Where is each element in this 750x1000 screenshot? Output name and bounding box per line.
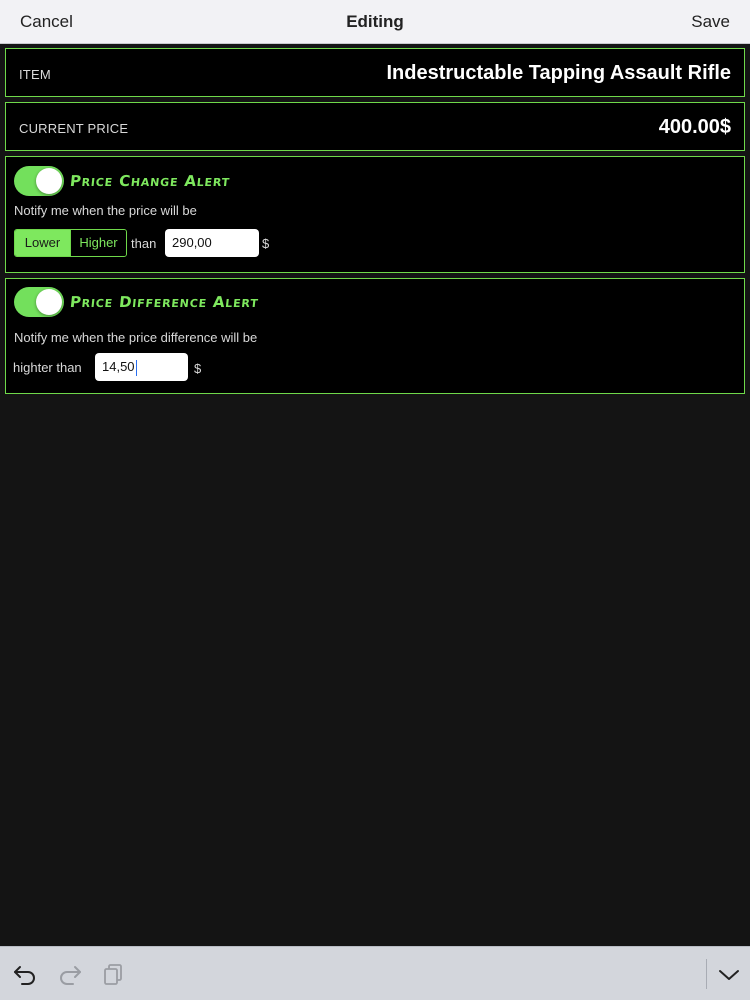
undo-icon[interactable] — [12, 962, 38, 986]
price-change-alert-card: Price Change Alert Notify me when the pr… — [5, 156, 745, 273]
difference-threshold-input[interactable]: 14,50 — [95, 353, 188, 381]
text-caret — [135, 359, 137, 376]
price-change-alert-title: Price Change Alert — [69, 172, 232, 190]
price-difference-alert-description: Notify me when the price difference will… — [14, 330, 258, 345]
keyboard-shortcut-bar — [0, 946, 750, 1000]
currency-label: $ — [262, 236, 270, 251]
price-difference-alert-card: Price Difference Alert Notify me when th… — [5, 278, 745, 394]
price-threshold-input[interactable]: 290,00 — [165, 229, 259, 257]
toolbar-divider — [706, 959, 707, 989]
item-label: ITEM — [19, 67, 51, 82]
price-difference-alert-toggle[interactable] — [14, 287, 64, 317]
highter-than-label: highter than — [13, 360, 82, 375]
currency-label: $ — [194, 361, 202, 376]
than-label: than — [131, 236, 157, 251]
navigation-bar: Cancel Editing Save — [0, 0, 750, 44]
item-row: ITEM Indestructable Tapping Assault Rifl… — [5, 48, 745, 97]
current-price-label: CURRENT PRICE — [19, 121, 129, 136]
segment-higher[interactable]: Higher — [70, 230, 126, 256]
segment-lower[interactable]: Lower — [15, 230, 70, 256]
direction-segmented-control: Lower Higher — [14, 229, 127, 257]
toggle-knob — [36, 289, 62, 315]
item-name: Indestructable Tapping Assault Rifle — [386, 62, 732, 84]
page-title: Editing — [346, 12, 404, 31]
paste-icon[interactable] — [102, 962, 128, 986]
toggle-knob — [36, 168, 62, 194]
current-price-row: CURRENT PRICE 400.00$ — [5, 102, 745, 151]
difference-threshold-value: 14,50 — [102, 359, 135, 374]
save-button[interactable]: Save — [691, 12, 730, 32]
price-change-alert-toggle[interactable] — [14, 166, 64, 196]
redo-icon[interactable] — [57, 962, 83, 986]
price-change-alert-description: Notify me when the price will be — [14, 203, 197, 218]
current-price-value: 400.00$ — [658, 116, 731, 138]
price-threshold-value: 290,00 — [172, 235, 212, 250]
hide-keyboard-icon[interactable] — [716, 962, 742, 986]
price-difference-alert-title: Price Difference Alert — [69, 293, 260, 311]
